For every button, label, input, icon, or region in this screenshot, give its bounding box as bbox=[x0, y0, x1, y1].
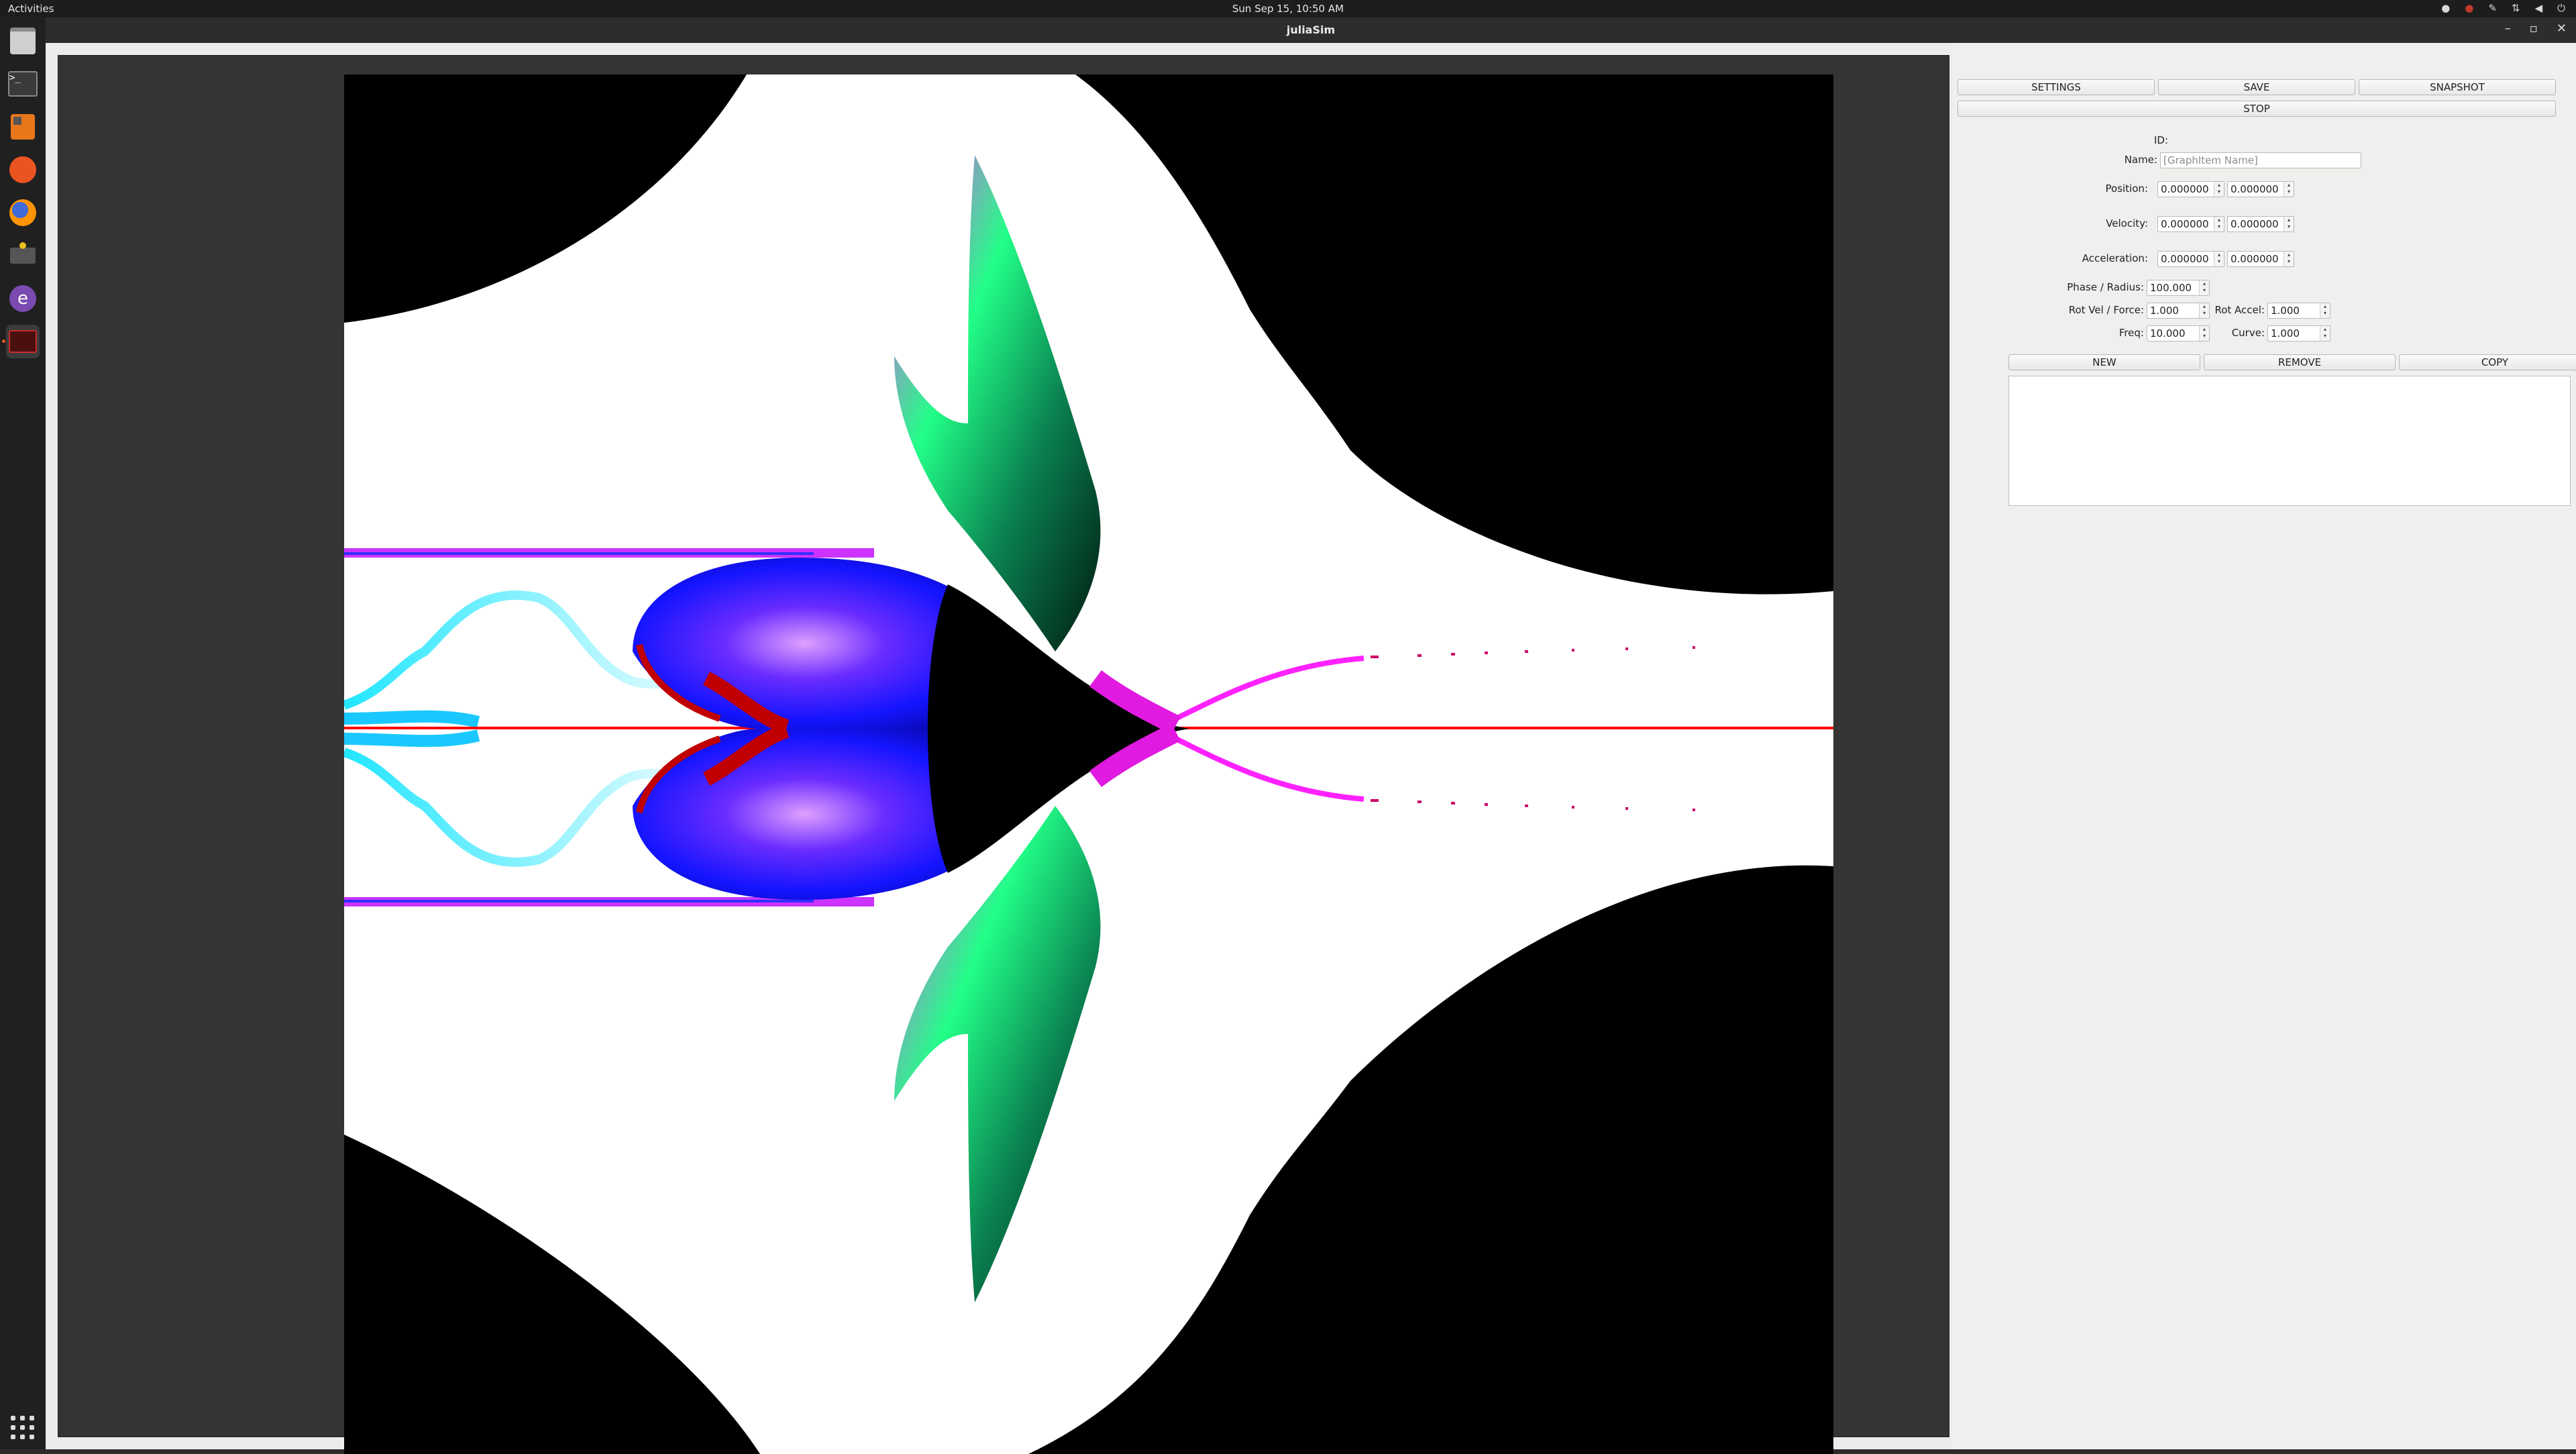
save-button[interactable]: SAVE bbox=[2158, 79, 2355, 95]
volume-icon[interactable]: ◀ bbox=[2535, 2, 2543, 14]
top-bar: Activities Sun Sep 15, 10:50 AM ● ● ✎ ⇅ … bbox=[0, 0, 2576, 17]
running-indicator-icon bbox=[2, 340, 5, 343]
spinner-icon[interactable]: ▴ ▾ bbox=[2284, 217, 2294, 231]
app-window: juliaSim – ▫ ✕ SETTINGS SAVE SNAPSHOT ST… bbox=[46, 17, 2576, 1454]
dock: >_ e bbox=[0, 17, 46, 1449]
phase-radius-label: Phase / Radius: bbox=[2067, 281, 2144, 293]
position-x-field[interactable]: 0.000000 ▴ ▾ bbox=[2157, 181, 2224, 197]
rot-vel-force-label: Rot Vel / Force: bbox=[2068, 304, 2144, 316]
rot-accel-label: Rot Accel: bbox=[2214, 304, 2265, 316]
render-panel bbox=[58, 55, 1949, 1454]
velocity-label: Velocity: bbox=[2106, 217, 2148, 229]
close-icon[interactable]: ✕ bbox=[2557, 21, 2567, 36]
spinner-icon[interactable]: ▴ ▾ bbox=[2284, 252, 2294, 266]
steam-icon[interactable]: ● bbox=[2441, 2, 2450, 14]
graph-item-list[interactable] bbox=[2008, 376, 2571, 506]
name-input[interactable]: [GraphItem Name] bbox=[2160, 152, 2361, 168]
settings-button[interactable]: SETTINGS bbox=[1957, 79, 2155, 95]
phase-radius-field[interactable]: 100.000 ▴ ▾ bbox=[2147, 280, 2210, 296]
rot-vel-force-field[interactable]: 1.000 ▴ ▾ bbox=[2147, 303, 2210, 319]
spinner-icon[interactable]: ▴ ▾ bbox=[2214, 182, 2224, 197]
remove-button[interactable]: REMOVE bbox=[2204, 354, 2396, 370]
tool-icon[interactable]: ✎ bbox=[2488, 2, 2497, 14]
spinner-icon[interactable]: ▴ ▾ bbox=[2320, 303, 2330, 318]
clock[interactable]: Sun Sep 15, 10:50 AM bbox=[0, 3, 2576, 15]
acceleration-x-field[interactable]: 0.000000 ▴ ▾ bbox=[2157, 251, 2224, 267]
spinner-icon[interactable]: ▴ ▾ bbox=[2284, 182, 2294, 197]
files-icon[interactable] bbox=[6, 24, 40, 58]
show-applications-icon[interactable] bbox=[11, 1416, 35, 1440]
juliasim-icon[interactable] bbox=[2, 325, 40, 358]
freq-label: Freq: bbox=[2118, 327, 2144, 339]
spinner-icon[interactable]: ▴ ▾ bbox=[2214, 252, 2224, 266]
id-label: ID: bbox=[2153, 134, 2168, 146]
fractal-canvas[interactable] bbox=[344, 74, 1833, 1454]
curve-label: Curve: bbox=[2231, 327, 2265, 339]
acceleration-label: Acceleration: bbox=[2082, 252, 2148, 264]
position-label: Position: bbox=[2105, 183, 2148, 195]
network-icon[interactable]: ⇅ bbox=[2512, 2, 2520, 14]
copy-button[interactable]: COPY bbox=[2399, 354, 2576, 370]
window-title: juliaSim bbox=[1286, 23, 1336, 36]
control-panel: SETTINGS SAVE SNAPSHOT STOP ID: Name: [G… bbox=[1952, 43, 2576, 1449]
record-icon[interactable]: ● bbox=[2465, 2, 2473, 14]
acceleration-y-field[interactable]: 0.000000 ▴ ▾ bbox=[2227, 251, 2294, 267]
position-y-field[interactable]: 0.000000 ▴ ▾ bbox=[2227, 181, 2294, 197]
velocity-x-field[interactable]: 0.000000 ▴ ▾ bbox=[2157, 216, 2224, 232]
name-label: Name: bbox=[2124, 154, 2157, 166]
spinner-icon[interactable]: ▴ ▾ bbox=[2320, 326, 2330, 341]
minimize-icon[interactable]: – bbox=[2505, 21, 2511, 36]
freq-field[interactable]: 10.000 ▴ ▾ bbox=[2147, 325, 2210, 342]
calculator-icon[interactable] bbox=[6, 110, 40, 144]
rot-accel-field[interactable]: 1.000 ▴ ▾ bbox=[2267, 303, 2330, 319]
power-icon[interactable]: ⏻ bbox=[2557, 2, 2565, 14]
stop-button[interactable]: STOP bbox=[1957, 101, 2556, 117]
firefox-icon[interactable] bbox=[6, 196, 40, 229]
snapshot-button[interactable]: SNAPSHOT bbox=[2359, 79, 2556, 95]
terminal-tools-icon[interactable] bbox=[6, 239, 40, 272]
maximize-icon[interactable]: ▫ bbox=[2530, 21, 2538, 36]
emacs-icon[interactable]: e bbox=[6, 282, 40, 315]
music-icon[interactable] bbox=[6, 153, 40, 187]
new-button[interactable]: NEW bbox=[2008, 354, 2200, 370]
spinner-icon[interactable]: ▴ ▾ bbox=[2214, 217, 2224, 231]
title-bar[interactable]: juliaSim – ▫ ✕ bbox=[46, 17, 2576, 43]
terminal-icon[interactable]: >_ bbox=[6, 67, 40, 101]
system-tray[interactable]: ● ● ✎ ⇅ ◀ ⏻ bbox=[2441, 2, 2565, 14]
velocity-y-field[interactable]: 0.000000 ▴ ▾ bbox=[2227, 216, 2294, 232]
curve-field[interactable]: 1.000 ▴ ▾ bbox=[2267, 325, 2330, 342]
spinner-icon[interactable]: ▴ ▾ bbox=[2199, 280, 2209, 295]
